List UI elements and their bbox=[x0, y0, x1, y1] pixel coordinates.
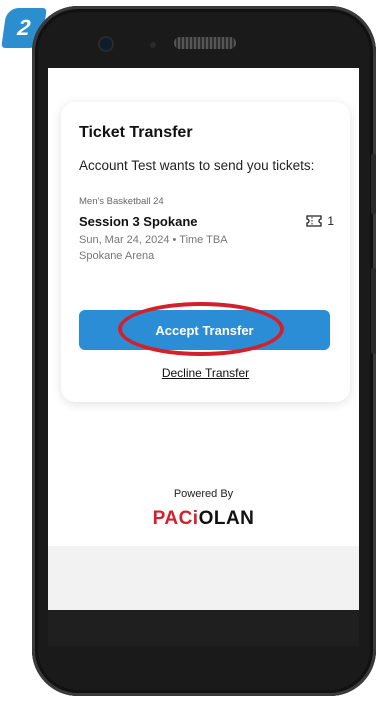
event-date: Sun, Mar 24, 2024 • Time TBA bbox=[79, 234, 228, 246]
paciolan-logo: PACiOLAN bbox=[48, 508, 359, 530]
ticket-count: 1 bbox=[306, 214, 334, 228]
screen-bottom-band bbox=[48, 610, 359, 646]
card-title: Ticket Transfer bbox=[79, 124, 193, 141]
transfer-message: Account Test wants to send you tickets: bbox=[79, 158, 315, 173]
logo-part-black: OLAN bbox=[198, 508, 255, 529]
logo-part-red: PACi bbox=[152, 508, 199, 529]
volume-button bbox=[371, 154, 376, 214]
event-category: Men's Basketball 24 bbox=[79, 196, 164, 207]
proximity-sensor bbox=[150, 42, 156, 48]
ticket-transfer-card: Ticket Transfer Account Test wants to se… bbox=[61, 102, 350, 402]
event-venue: Spokane Arena bbox=[79, 250, 155, 262]
earpiece-speaker bbox=[174, 37, 236, 49]
ticket-count-value: 1 bbox=[327, 214, 334, 228]
front-camera bbox=[100, 38, 112, 50]
accept-transfer-button[interactable]: Accept Transfer bbox=[79, 310, 330, 350]
powered-by-label: Powered By bbox=[173, 488, 234, 500]
ticket-icon bbox=[306, 215, 322, 227]
bottom-gray-area bbox=[48, 546, 359, 610]
phone-frame: Ticket Transfer Account Test wants to se… bbox=[32, 6, 376, 696]
phone-screen: Ticket Transfer Account Test wants to se… bbox=[48, 68, 359, 646]
decline-transfer-link[interactable]: Decline Transfer bbox=[61, 366, 350, 380]
event-name: Session 3 Spokane bbox=[79, 214, 198, 229]
power-button bbox=[371, 268, 376, 354]
